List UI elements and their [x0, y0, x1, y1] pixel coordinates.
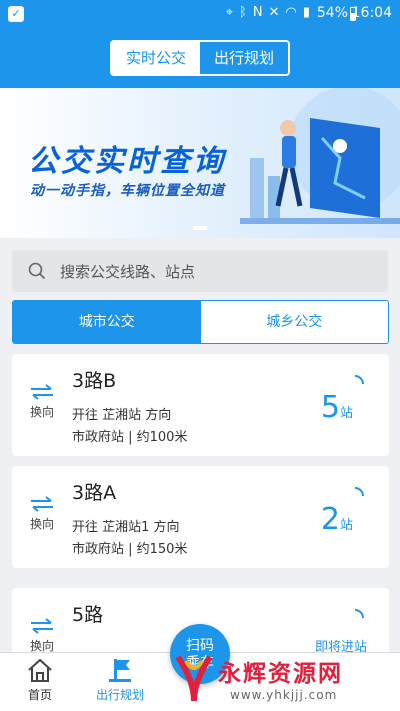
wifi-icon: ◠: [285, 5, 297, 20]
route-direction: 开往 芷湘站1 方向: [72, 520, 180, 535]
banner-illustration: [240, 88, 400, 224]
toggle-realtime-bus[interactable]: 实时公交: [112, 42, 200, 74]
nav-trip-label: 出行规划: [95, 688, 144, 702]
eta-stops: 5站: [321, 390, 353, 425]
search-icon: [28, 262, 46, 280]
bluetooth-icon: ᛒ: [239, 5, 247, 20]
swap-direction-button[interactable]: 换向: [26, 496, 58, 532]
swap-arrows-icon: [31, 384, 53, 400]
top-header: 实时公交 出行规划: [0, 28, 400, 88]
bus-type-tabs: 城市公交 城乡公交: [12, 300, 389, 344]
location-icon: ⌖: [225, 5, 234, 20]
route-name: 5路: [72, 604, 104, 626]
tab-city-bus[interactable]: 城市公交: [13, 301, 201, 343]
route-stop-distance: 市政府站 | 约150米: [72, 542, 188, 557]
promo-banner[interactable]: 公交实时查询 动一动手指，车辆位置全知道: [0, 88, 400, 238]
swap-direction-button[interactable]: 换向: [26, 618, 58, 654]
watermark: 永辉资源网 www.yhkjjj.com: [168, 648, 400, 711]
watermark-logo-icon: [175, 655, 213, 702]
app-notification-icon: ✓: [8, 6, 24, 22]
eta-unit: 站: [339, 406, 353, 421]
route-name: 3路A: [72, 482, 117, 504]
eta-number: 2: [320, 502, 340, 537]
watermark-url: www.yhkjjj.com: [230, 688, 338, 702]
mode-toggle: 实时公交 出行规划: [110, 40, 290, 76]
battery-percent: 54%: [316, 5, 348, 21]
swap-arrows-icon: [31, 496, 53, 512]
watermark-text: 永辉资源网: [218, 661, 343, 687]
route-card[interactable]: 换向 3路A 开往 芷湘站1 方向 市政府站 | 约150米 2站: [12, 466, 389, 568]
eta-number: 5: [320, 390, 340, 425]
banner-title: 公交实时查询: [28, 144, 226, 179]
loading-spinner-icon: [354, 609, 364, 619]
bus-stop-flag-icon: [109, 659, 131, 682]
mute-icon: ✕: [268, 5, 280, 20]
swap-arrows-icon: [31, 618, 53, 634]
search-placeholder: 搜索公交线路、站点: [60, 263, 196, 281]
system-icons: ⌖ ᛒ N ✕ ◠ ▮: [226, 5, 310, 20]
route-card[interactable]: 换向 3路B 开往 芷湘站 方向 市政府站 | 约100米 5站: [12, 354, 389, 456]
eta-unit: 站: [339, 518, 353, 533]
signal-icon: ▮: [302, 5, 310, 20]
banner-subtitle: 动一动手指，车辆位置全知道: [30, 183, 225, 199]
clock: 16:04: [351, 5, 392, 21]
eta-stops: 2站: [321, 502, 353, 537]
nfc-icon: N: [252, 5, 263, 20]
loading-spinner-icon: [354, 487, 364, 497]
banner-page-indicator: [193, 226, 207, 230]
search-input[interactable]: 搜索公交线路、站点: [12, 250, 388, 292]
swap-label: 换向: [29, 517, 54, 531]
toggle-trip-planning[interactable]: 出行规划: [200, 42, 288, 74]
nav-home-label: 首页: [27, 688, 52, 702]
tab-rural-bus[interactable]: 城乡公交: [201, 301, 389, 343]
route-name: 3路B: [72, 370, 117, 392]
nav-trip-planning[interactable]: 出行规划: [80, 657, 160, 703]
swap-label: 换向: [29, 405, 54, 419]
route-stop-distance: 市政府站 | 约100米: [72, 430, 188, 445]
status-bar: ✓ ⌖ ᛒ N ✕ ◠ ▮ 54% 16:04: [0, 0, 400, 28]
loading-spinner-icon: [354, 375, 364, 385]
route-direction: 开往 芷湘站 方向: [72, 408, 172, 423]
home-icon: [28, 658, 52, 682]
swap-direction-button[interactable]: 换向: [26, 384, 58, 420]
nav-home[interactable]: 首页: [0, 657, 80, 703]
